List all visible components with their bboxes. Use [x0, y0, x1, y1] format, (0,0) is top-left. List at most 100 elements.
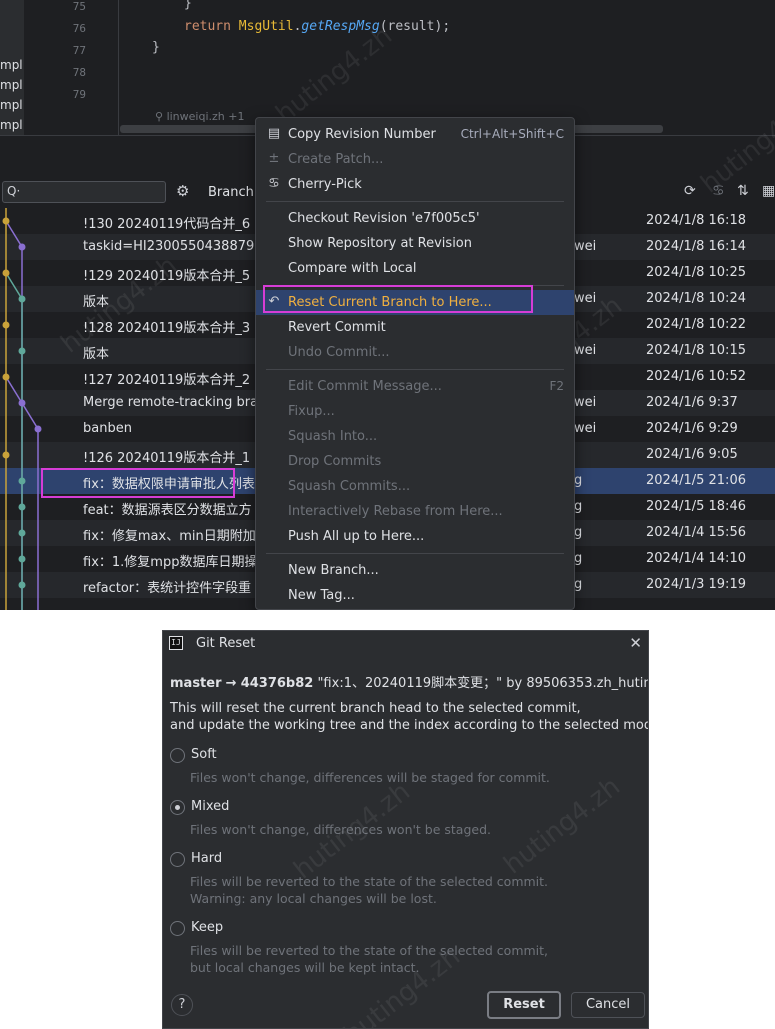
- intellij-logo-icon: IJ: [169, 636, 183, 650]
- menu-item-label: Checkout Revision 'e7f005c5': [288, 211, 480, 226]
- cancel-button[interactable]: Cancel: [571, 992, 645, 1018]
- menu-item-checkout-revision[interactable]: Checkout Revision 'e7f005c5': [256, 206, 574, 231]
- menu-item-cherry-pick[interactable]: ♋ Cherry-Pick: [256, 172, 574, 197]
- author-hint-text: linweiqi.zh +1: [166, 110, 245, 123]
- help-button[interactable]: ?: [171, 994, 193, 1016]
- menu-item-new-branch[interactable]: New Branch...: [256, 558, 574, 583]
- menu-item-compare-local[interactable]: Compare with Local: [256, 256, 574, 281]
- menu-item-push-up-to-here[interactable]: Push All up to Here...: [256, 524, 574, 549]
- refresh-icon[interactable]: ⟳: [684, 183, 696, 199]
- menu-item-new-tag[interactable]: New Tag...: [256, 583, 574, 608]
- menu-item-label: Edit Commit Message...: [288, 379, 442, 394]
- commit-date: 2024/1/6 9:05: [646, 447, 738, 462]
- commit-message: feat：数据源表区分数据立方: [83, 503, 252, 518]
- radio-soft[interactable]: [170, 748, 185, 763]
- commit-author: wei: [574, 239, 597, 254]
- menu-item-label: Cherry-Pick: [288, 177, 362, 192]
- commit-date: 2024/1/6 9:37: [646, 395, 738, 410]
- menu-separator: [266, 553, 564, 554]
- cherry-icon: ♋: [268, 176, 280, 191]
- commit-author: g: [574, 551, 583, 566]
- commit-date: 2024/1/8 16:18: [646, 213, 746, 228]
- menu-item-show-repository[interactable]: Show Repository at Revision: [256, 231, 574, 256]
- project-tree-strip: mpl mpl mpl mpl: [0, 0, 24, 135]
- commit-message: !127 20240119版本合并_2: [83, 373, 251, 388]
- option-label-keep[interactable]: Keep: [191, 920, 223, 935]
- code-author-hint[interactable]: ⚲ linweiqi.zh +1: [155, 110, 244, 123]
- menu-item-label: Revert Commit: [288, 320, 386, 335]
- option-desc-hard-warning: Warning: any local changes will be lost.: [190, 891, 437, 906]
- project-file-label[interactable]: mpl: [0, 118, 23, 132]
- grid-view-icon[interactable]: ▦: [762, 183, 775, 199]
- graph-node: [2, 217, 10, 225]
- commit-date: 2024/1/5 18:46: [646, 499, 746, 514]
- line-number: 75: [72, 0, 86, 13]
- menu-item-label: Show Repository at Revision: [288, 236, 472, 251]
- commit-message: banben: [83, 421, 132, 436]
- project-file-label[interactable]: mpl: [0, 78, 23, 92]
- code-editor[interactable]: mpl mpl mpl mpl 75 76 77 78 79 } return …: [0, 0, 775, 135]
- code-keyword: return: [184, 19, 231, 34]
- graph-node: [18, 503, 26, 511]
- commit-hash: 44376b82: [240, 676, 314, 691]
- menu-item-label: Copy Revision Number: [288, 127, 436, 142]
- menu-item-label: Drop Commits: [288, 454, 382, 469]
- commit-date: 2024/1/4 15:56: [646, 525, 746, 540]
- option-desc-mixed: Files won't change, differences won't be…: [190, 822, 492, 837]
- person-icon: ⚲: [155, 110, 167, 123]
- commit-message: 版本: [83, 347, 110, 362]
- dialog-description: This will reset the current branch head …: [170, 701, 581, 716]
- code-args: (result);: [379, 19, 451, 34]
- search-input[interactable]: Q·: [2, 181, 166, 203]
- commit-author: wei: [574, 291, 597, 306]
- option-label-soft[interactable]: Soft: [191, 747, 217, 762]
- watermark-text: huting4.zh: [498, 771, 626, 881]
- reset-button[interactable]: Reset: [487, 991, 561, 1019]
- cherry-pick-icon[interactable]: ♋: [712, 183, 725, 199]
- graph-node: [2, 373, 10, 381]
- project-file-label[interactable]: mpl: [0, 98, 23, 112]
- ide-window: mpl mpl mpl mpl 75 76 77 78 79 } return …: [0, 0, 775, 610]
- option-label-hard[interactable]: Hard: [191, 851, 222, 866]
- menu-item-label: Undo Commit...: [288, 345, 390, 360]
- branch-name: master: [170, 676, 222, 691]
- radio-keep[interactable]: [170, 921, 185, 936]
- settings-gear-icon[interactable]: ⚙: [176, 182, 189, 200]
- commit-context-menu: ▤ Copy Revision Number Ctrl+Alt+Shift+C ± C…: [255, 117, 575, 610]
- commit-description: "fix:1、20240119脚本变更；" by 89506353.zh_hut…: [317, 676, 649, 691]
- menu-item-undo-commit: Undo Commit...: [256, 340, 574, 365]
- option-desc-keep: Files will be reverted to the state of t…: [190, 943, 549, 958]
- commit-date: 2024/1/8 10:24: [646, 291, 746, 306]
- dialog-description: and update the working tree and the inde…: [170, 718, 649, 733]
- commit-message: !128 20240119版本合并_3: [83, 321, 251, 336]
- menu-item-revert-commit[interactable]: Revert Commit: [256, 315, 574, 340]
- menu-item-create-patch: ± Create Patch...: [256, 147, 574, 172]
- commit-author: g: [574, 499, 583, 514]
- menu-item-shortcut: Ctrl+Alt+Shift+C: [460, 127, 564, 141]
- graph-node: [2, 321, 10, 329]
- graph-node: [18, 243, 26, 251]
- dialog-titlebar[interactable]: IJ Git Reset ✕: [163, 631, 648, 657]
- graph-node: [2, 269, 10, 277]
- menu-item-copy-revision[interactable]: ▤ Copy Revision Number Ctrl+Alt+Shift+C: [256, 122, 574, 147]
- arrow-icon: →: [225, 676, 237, 691]
- menu-item-drop-commits: Drop Commits: [256, 449, 574, 474]
- search-icon: Q·: [7, 184, 21, 198]
- menu-item-label: Fixup...: [288, 404, 335, 419]
- menu-item-label: Compare with Local: [288, 261, 417, 276]
- close-icon[interactable]: ✕: [629, 634, 642, 652]
- code-method: getRespMsg: [301, 19, 380, 34]
- commit-message: !129 20240119版本合并_5: [83, 269, 251, 284]
- menu-item-label: New Branch...: [288, 563, 379, 578]
- radio-hard[interactable]: [170, 852, 185, 867]
- commit-author: wei: [574, 421, 597, 436]
- option-label-mixed[interactable]: Mixed: [191, 799, 229, 814]
- menu-separator: [266, 201, 564, 202]
- branch-filter[interactable]: Branch: [208, 185, 254, 200]
- radio-mixed[interactable]: [170, 800, 185, 815]
- commit-author: wei: [574, 343, 597, 358]
- commit-date: 2024/1/8 10:25: [646, 265, 746, 280]
- project-file-label[interactable]: mpl: [0, 58, 23, 72]
- sort-icon[interactable]: ⇅: [737, 183, 749, 199]
- copy-icon: ▤: [267, 126, 281, 141]
